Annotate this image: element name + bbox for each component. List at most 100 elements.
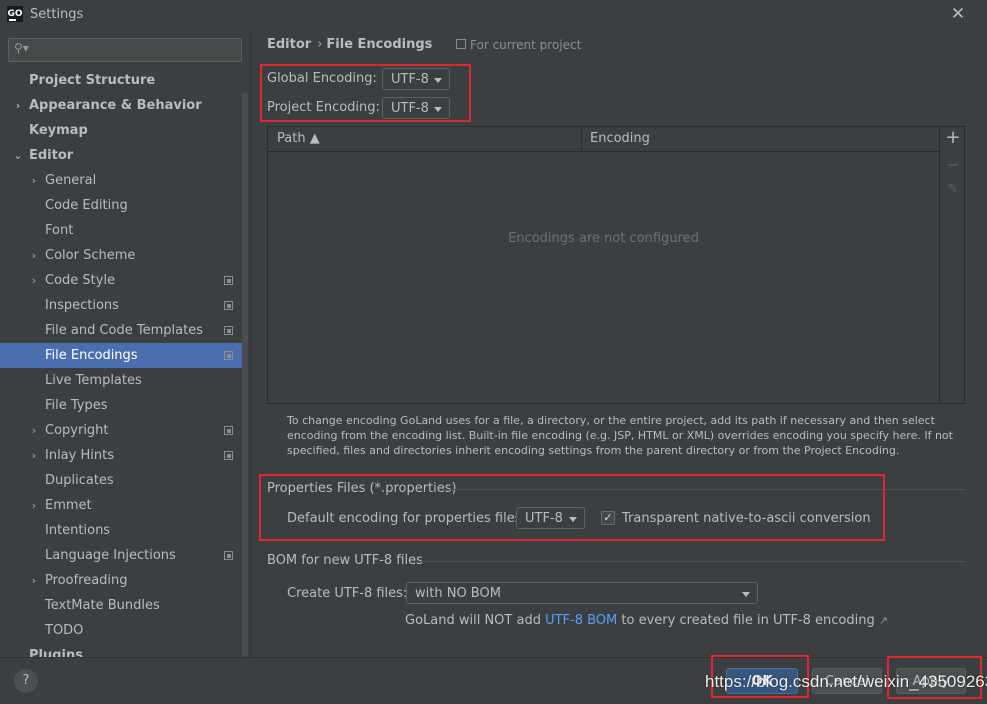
scope-note-text: For current project xyxy=(470,38,582,52)
settings-search-input[interactable]: ⚲▾ xyxy=(8,38,242,62)
sidebar-item-label: Code Style xyxy=(45,273,116,288)
utf8-bom-link[interactable]: UTF-8 BOM xyxy=(545,613,617,628)
sidebar-item-label: TODO xyxy=(45,623,84,638)
edit-icon[interactable]: ✎ xyxy=(944,180,962,200)
sidebar-item[interactable]: Keymap xyxy=(0,118,242,143)
bom-section-title: BOM for new UTF-8 files xyxy=(267,553,423,568)
breadcrumb-separator: › xyxy=(317,37,323,52)
sidebar-item[interactable]: › Inlay Hints xyxy=(0,443,242,468)
project-scope-icon xyxy=(224,276,233,285)
watermark: https://blog.csdn.net/weixin_43509263 xyxy=(705,672,987,691)
sidebar-item[interactable]: › Copyright xyxy=(0,418,242,443)
project-scope-icon xyxy=(224,551,233,560)
sidebar-item-label: Project Structure xyxy=(29,73,156,88)
chevron-right-icon[interactable]: › xyxy=(28,418,40,443)
encodings-table[interactable]: Path ▲ Encoding Encodings are not config… xyxy=(267,126,940,404)
bom-dropdown[interactable]: with NO BOM xyxy=(406,582,758,604)
chevron-right-icon[interactable]: › xyxy=(28,493,40,518)
add-icon[interactable]: + xyxy=(944,128,962,148)
sidebar-item[interactable]: › Proofreading xyxy=(0,568,242,593)
sidebar-item[interactable]: › Emmet xyxy=(0,493,242,518)
bom-note-prefix: GoLand will NOT add xyxy=(405,613,546,628)
create-utf8-label: Create UTF-8 files: xyxy=(287,586,408,601)
sidebar-item-label: File and Code Templates xyxy=(45,323,203,338)
sidebar-item[interactable]: Font xyxy=(0,218,242,243)
window-title: Settings xyxy=(30,7,84,22)
sidebar-item-label: Code Editing xyxy=(45,198,128,213)
remove-icon[interactable]: − xyxy=(944,155,962,175)
sidebar-item[interactable]: Live Templates xyxy=(0,368,242,393)
sidebar-scrollbar[interactable] xyxy=(242,92,248,657)
sidebar-item-label: TextMate Bundles xyxy=(45,598,160,613)
section-divider xyxy=(416,561,965,562)
sidebar-item[interactable]: Inspections xyxy=(0,293,242,318)
external-link-icon: ↗ xyxy=(878,614,889,627)
bom-value: with NO BOM xyxy=(415,586,501,601)
scope-note: For current project xyxy=(456,38,581,52)
chevron-right-icon[interactable]: › xyxy=(28,568,40,593)
chevron-right-icon[interactable]: › xyxy=(28,443,40,468)
help-description: To change encoding GoLand uses for a fil… xyxy=(287,414,953,457)
breadcrumb-current: File Encodings xyxy=(326,37,433,52)
sidebar-item-label: Duplicates xyxy=(45,473,114,488)
chevron-down-icon[interactable]: ⌄ xyxy=(12,143,24,168)
sidebar-item-label: Color Scheme xyxy=(45,248,136,263)
sidebar-item-label: Keymap xyxy=(29,123,88,138)
project-scope-icon xyxy=(224,351,233,360)
highlight-box-properties xyxy=(259,474,885,541)
project-scope-icon xyxy=(224,451,233,460)
sidebar-item[interactable]: › Color Scheme xyxy=(0,243,242,268)
sidebar-item[interactable]: TODO xyxy=(0,618,242,643)
project-scope-icon xyxy=(224,301,233,310)
chevron-right-icon[interactable]: › xyxy=(28,243,40,268)
pane-divider[interactable] xyxy=(250,30,251,657)
sidebar-item-label: General xyxy=(45,173,97,188)
logo-text: GO xyxy=(7,9,23,19)
sidebar-item-label: Appearance & Behavior xyxy=(29,98,202,113)
sidebar-item[interactable]: Plugins xyxy=(0,643,242,657)
sidebar-item-label: Proofreading xyxy=(45,573,128,588)
sidebar-item[interactable]: › Appearance & Behavior xyxy=(0,93,242,118)
breadcrumb-parent: Editor xyxy=(267,37,312,52)
sidebar-item-label: Plugins xyxy=(29,648,83,657)
chevron-right-icon[interactable]: › xyxy=(12,93,24,118)
bom-note-suffix: to every created file in UTF-8 encoding xyxy=(617,613,875,628)
sidebar-item-label: Font xyxy=(45,223,74,238)
chevron-right-icon[interactable]: › xyxy=(28,268,40,293)
column-header-encoding[interactable]: Encoding xyxy=(590,131,650,146)
breadcrumb: Editor › File Encodings xyxy=(267,37,432,52)
sidebar-item-label: File Types xyxy=(45,398,108,413)
sidebar-item-label: Emmet xyxy=(45,498,92,513)
sidebar-item[interactable]: Code Editing xyxy=(0,193,242,218)
settings-sidebar: ⚲▾ Project Structure › Appearance & Behavi… xyxy=(0,30,250,657)
sidebar-item-label: Inlay Hints xyxy=(45,448,114,463)
sidebar-item[interactable]: ⌄ Editor xyxy=(0,143,242,168)
sidebar-item[interactable]: TextMate Bundles xyxy=(0,593,242,618)
sidebar-item-label: Editor xyxy=(29,148,74,163)
sidebar-item-label: Intentions xyxy=(45,523,111,538)
help-button[interactable]: ? xyxy=(14,669,38,693)
sidebar-item[interactable]: File Types xyxy=(0,393,242,418)
sidebar-item[interactable]: File and Code Templates xyxy=(0,318,242,343)
sidebar-item[interactable]: Language Injections xyxy=(0,543,242,568)
search-icon: ⚲▾ xyxy=(14,41,29,55)
bom-note: GoLand will NOT add UTF-8 BOM to every c… xyxy=(405,613,888,628)
column-divider[interactable] xyxy=(581,127,582,151)
chevron-down-icon xyxy=(742,592,750,597)
sidebar-item[interactable]: Project Structure xyxy=(0,68,242,93)
chevron-right-icon[interactable]: › xyxy=(28,168,40,193)
sidebar-item[interactable]: Intentions xyxy=(0,518,242,543)
sidebar-item-label: Language Injections xyxy=(45,548,176,563)
sidebar-item[interactable]: › Code Style xyxy=(0,268,242,293)
project-scope-icon xyxy=(456,39,466,49)
sidebar-item[interactable]: › General xyxy=(0,168,242,193)
sidebar-item[interactable]: File Encodings xyxy=(0,343,242,368)
sidebar-item-label: Live Templates xyxy=(45,373,142,388)
project-scope-icon xyxy=(224,326,233,335)
sidebar-item[interactable]: Duplicates xyxy=(0,468,242,493)
column-header-path[interactable]: Path ▲ xyxy=(277,131,320,146)
table-header: Path ▲ Encoding xyxy=(268,127,939,152)
close-icon[interactable]: ✕ xyxy=(948,4,968,24)
project-scope-icon xyxy=(224,426,233,435)
sidebar-item-label: Copyright xyxy=(45,423,109,438)
